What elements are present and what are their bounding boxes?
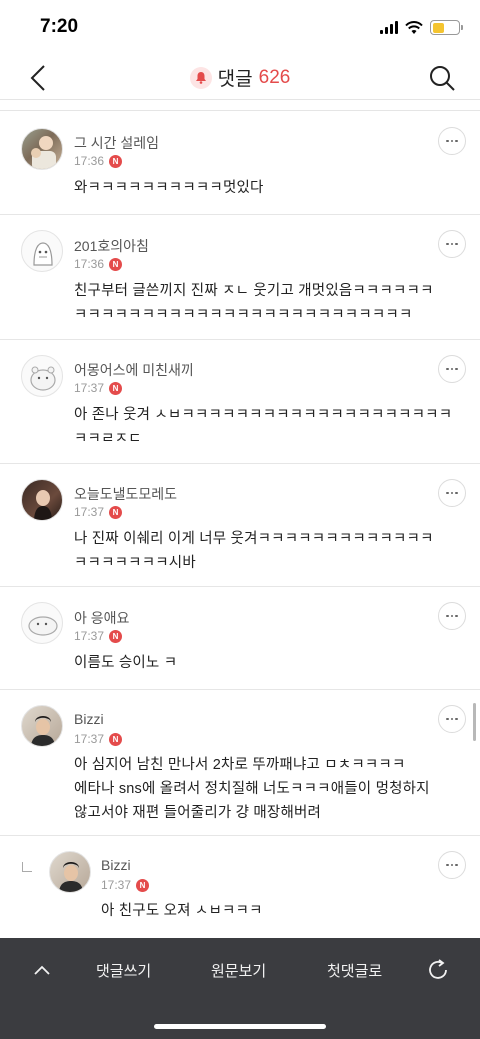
status-time: 7:20 <box>40 16 79 37</box>
new-badge: N <box>109 732 123 746</box>
bell-icon <box>189 66 212 89</box>
comment-author[interactable]: Bizzi <box>74 711 104 727</box>
comment-time: 17:37 <box>74 505 105 519</box>
comment-count: 626 <box>258 66 291 88</box>
comment-author[interactable]: 어몽어스에 미친새끼 <box>74 360 194 380</box>
new-badge: N <box>109 381 123 395</box>
avatar[interactable] <box>21 479 63 521</box>
wifi-icon <box>405 20 423 34</box>
search-icon <box>430 66 455 91</box>
comment-time: 17:37 <box>74 629 105 643</box>
comment-time: 17:36 <box>74 154 105 168</box>
avatar[interactable] <box>49 851 91 893</box>
nav-title: 댓글 626 <box>0 64 480 91</box>
reply-item: Bizzi 17:37 N 아 친구도 오져 ㅅㅂㅋㅋㅋ <box>0 836 480 938</box>
reply-indicator-icon <box>22 862 32 872</box>
comment-time: 17:37 <box>74 381 105 395</box>
new-badge: N <box>109 257 123 271</box>
more-options-button[interactable] <box>438 851 466 879</box>
new-badge: N <box>109 154 123 168</box>
comment-meta: 17:37 N <box>74 505 123 519</box>
avatar[interactable] <box>21 128 63 170</box>
scrollbar[interactable] <box>473 703 476 741</box>
comment-text: 아 심지어 남친 만나서 2차로 뚜까패냐고 ㅁㅊㅋㅋㅋㅋ 에타나 sns에 올… <box>74 757 430 821</box>
comment-meta: 17:36 N <box>74 257 123 271</box>
new-badge: N <box>109 629 123 643</box>
comment-time: 17:37 <box>101 878 132 892</box>
status-icons <box>380 20 463 35</box>
comment-text: 나 진짜 이쉐리 이게 너무 웃겨ㅋㅋㅋㅋㅋㅋㅋㅋㅋㅋㅋㅋㅋ ㅋㅋㅋㅋㅋㅋㅋ시바 <box>74 531 434 571</box>
avatar[interactable] <box>21 355 63 397</box>
comment-time: 17:36 <box>74 257 105 271</box>
comment-author[interactable]: Bizzi <box>101 857 131 873</box>
comment-meta: 17:36 N <box>74 154 123 168</box>
nav-bar: 댓글 626 <box>0 56 480 100</box>
comment-meta: 17:37 N <box>74 381 123 395</box>
status-bar: 7:20 <box>0 0 480 56</box>
refresh-button[interactable] <box>424 956 452 984</box>
comment-author[interactable]: 아 응애요 <box>74 608 129 628</box>
comment-item: Bizzi 17:37 N 아 심지어 남친 만나서 2차로 뚜까패냐고 ㅁㅊㅋ… <box>0 690 480 836</box>
comment-meta: 17:37 N <box>101 878 150 892</box>
comment-text: 이름도 승이노 ㅋ <box>74 655 178 671</box>
comment-author[interactable]: 오늘도낼도모레도 <box>74 484 177 504</box>
comment-time: 17:37 <box>74 732 105 746</box>
more-options-button[interactable] <box>438 705 466 733</box>
more-options-button[interactable] <box>438 355 466 383</box>
more-options-button[interactable] <box>438 602 466 630</box>
comment-meta: 17:37 N <box>74 732 123 746</box>
comment-text: 친구부터 글쓴끼지 진짜 ㅈㄴ 웃기고 개멋있음ㅋㅋㅋㅋㅋㅋ ㅋㅋㅋㅋㅋㅋㅋㅋㅋ… <box>74 283 434 323</box>
bottom-toolbar-items: 댓글쓰기 원문보기 첫댓글로 <box>0 938 480 1002</box>
avatar[interactable] <box>21 602 63 644</box>
search-button[interactable] <box>424 60 460 96</box>
more-options-button[interactable] <box>438 127 466 155</box>
comment-author[interactable]: 201호의아침 <box>74 236 149 256</box>
new-badge: N <box>109 505 123 519</box>
bottom-toolbar: 댓글쓰기 원문보기 첫댓글로 <box>0 938 480 1039</box>
new-badge: N <box>136 878 150 892</box>
more-options-button[interactable] <box>438 230 466 258</box>
nav-title-label: 댓글 <box>217 69 253 90</box>
comment-item: 그 시간 설레임 17:36 N 와ㅋㅋㅋㅋㅋㅋㅋㅋㅋㅋ멋있다 <box>0 111 480 215</box>
comment-author[interactable]: 그 시간 설레임 <box>74 133 159 153</box>
comment-text: 아 존나 웃겨 ㅅㅂㅋㅋㅋㅋㅋㅋㅋㅋㅋㅋㅋㅋㅋㅋㅋㅋㅋㅋㅋㅋ ㅋㅋㄹㅈㄷ <box>74 407 453 447</box>
comment-item: 201호의아침 17:36 N 친구부터 글쓴끼지 진짜 ㅈㄴ 웃기고 개멋있음… <box>0 215 480 340</box>
scroll-top-button[interactable] <box>30 958 54 982</box>
view-original-button[interactable]: 원문보기 <box>211 960 266 981</box>
cellular-signal-icon <box>380 21 398 34</box>
chevron-up-icon <box>34 965 50 975</box>
refresh-icon <box>429 959 447 979</box>
battery-icon <box>430 20 463 35</box>
avatar[interactable] <box>21 705 63 747</box>
write-comment-button[interactable]: 댓글쓰기 <box>96 960 151 981</box>
comment-text: 아 친구도 오져 ㅅㅂㅋㅋㅋ <box>101 903 263 919</box>
comment-item: 오늘도낼도모레도 17:37 N 나 진짜 이쉐리 이게 너무 웃겨ㅋㅋㅋㅋㅋㅋ… <box>0 464 480 587</box>
comment-item: 아 응애요 17:37 N 이름도 승이노 ㅋ <box>0 587 480 690</box>
home-indicator[interactable] <box>154 1024 326 1029</box>
comment-text: 와ㅋㅋㅋㅋㅋㅋㅋㅋㅋㅋ멋있다 <box>74 180 264 196</box>
comment-meta: 17:37 N <box>74 629 123 643</box>
avatar[interactable] <box>21 230 63 272</box>
more-options-button[interactable] <box>438 479 466 507</box>
first-comment-button[interactable]: 첫댓글로 <box>327 960 382 981</box>
comment-item: 어몽어스에 미친새끼 17:37 N 아 존나 웃겨 ㅅㅂㅋㅋㅋㅋㅋㅋㅋㅋㅋㅋㅋ… <box>0 340 480 464</box>
